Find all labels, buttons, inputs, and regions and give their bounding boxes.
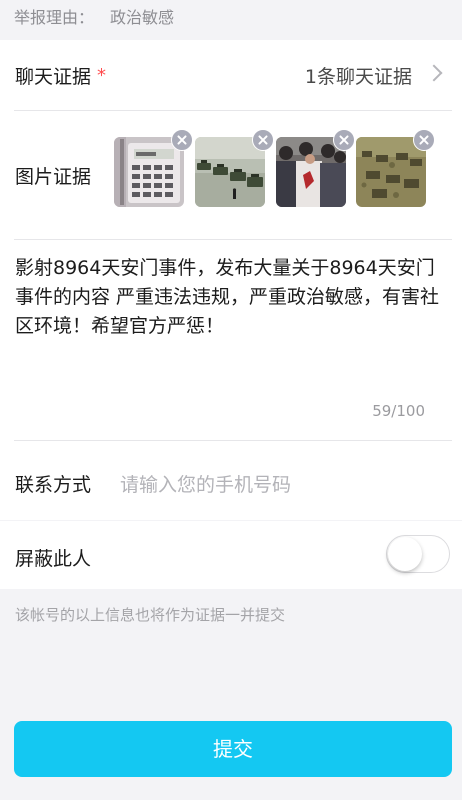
image-thumbnail[interactable] bbox=[195, 129, 274, 207]
chat-evidence-row[interactable]: 聊天证据 * 1条聊天证据 bbox=[0, 40, 462, 110]
chat-evidence-label: 聊天证据 * bbox=[15, 62, 106, 89]
remove-image-icon[interactable] bbox=[171, 129, 193, 151]
remove-image-icon[interactable] bbox=[252, 129, 274, 151]
image-thumbnail[interactable] bbox=[356, 129, 435, 207]
character-counter: 59/100 bbox=[372, 402, 425, 420]
image-evidence-label: 图片证据 bbox=[15, 166, 92, 188]
report-description-textarea[interactable]: 影射8964天安门事件，发布大量关于8964天安门事件的内容 严重违法违规，严重… bbox=[15, 254, 445, 394]
chat-evidence-label-text: 聊天证据 bbox=[15, 66, 92, 88]
remove-image-icon[interactable] bbox=[413, 129, 435, 151]
submit-button[interactable]: 提交 bbox=[14, 721, 452, 777]
remove-image-icon[interactable] bbox=[333, 129, 355, 151]
report-reason-bar: 举报理由： 政治敏感 bbox=[0, 0, 462, 38]
required-mark: * bbox=[97, 65, 107, 86]
toggle-knob bbox=[388, 537, 422, 571]
evidence-note: 该帐号的以上信息也将作为证据一并提交 bbox=[15, 606, 286, 624]
report-reason-label: 举报理由： bbox=[14, 8, 95, 27]
chat-evidence-count: 1条聊天证据 bbox=[304, 66, 412, 88]
divider bbox=[14, 239, 452, 240]
contact-row: 联系方式 请输入您的手机号码 bbox=[0, 440, 462, 520]
image-thumbnail[interactable] bbox=[276, 129, 355, 207]
block-user-label: 屏蔽此人 bbox=[15, 548, 92, 570]
contact-label: 联系方式 bbox=[15, 474, 92, 496]
phone-input[interactable]: 请输入您的手机号码 bbox=[120, 470, 291, 497]
report-reason-value: 政治敏感 bbox=[110, 8, 175, 27]
image-thumbnail[interactable] bbox=[114, 129, 193, 207]
block-user-row: 屏蔽此人 bbox=[0, 521, 462, 589]
chevron-right-icon bbox=[425, 64, 443, 82]
image-evidence-row: 图片证据 bbox=[0, 111, 462, 239]
block-user-toggle[interactable] bbox=[386, 535, 450, 573]
evidence-form-card: 聊天证据 * 1条聊天证据 图片证据 影射8964天安门事件，发布大量关于896… bbox=[0, 40, 462, 520]
